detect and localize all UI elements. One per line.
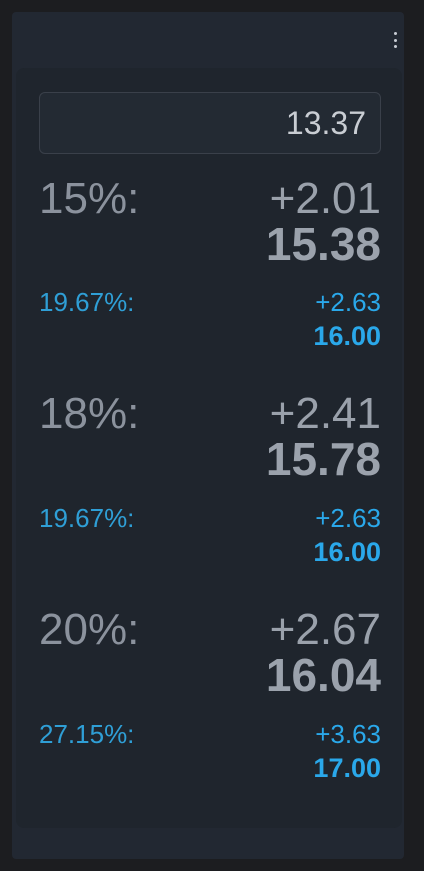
tip-amount: +2.01	[269, 174, 381, 223]
menu-dot	[393, 38, 397, 42]
tip-row-18: 18%: +2.41 15.78	[39, 389, 381, 489]
rounded-total-amount: 16.00	[313, 537, 381, 567]
total-amount: 15.78	[265, 433, 381, 485]
more-vertical-icon[interactable]	[392, 32, 398, 48]
rounded-row-15: 19.67%: +2.63 16.00	[39, 286, 381, 358]
rounded-total-amount: 16.00	[313, 321, 381, 351]
rounded-row-18: 19.67%: +2.63 16.00	[39, 502, 381, 574]
rounded-tip-amount: +2.63	[315, 287, 381, 317]
rounded-percent-label: 27.15%:	[39, 719, 135, 749]
total-amount: 16.04	[265, 649, 381, 701]
menu-dot	[393, 32, 397, 35]
tip-amount: +2.67	[269, 605, 381, 654]
rounded-tip-amount: +2.63	[315, 503, 381, 533]
rounded-percent-label: 19.67%:	[39, 503, 135, 533]
tip-amount: +2.41	[269, 389, 381, 438]
bill-amount-input[interactable]	[39, 92, 381, 154]
rounded-row-20: 27.15%: +3.63 17.00	[39, 718, 381, 790]
tip-percent-label: 18%:	[39, 389, 140, 438]
rounded-tip-amount: +3.63	[315, 719, 381, 749]
rounded-percent-label: 19.67%:	[39, 287, 135, 317]
tip-percent-label: 15%:	[39, 174, 140, 223]
tip-percent-label: 20%:	[39, 605, 140, 654]
tip-row-15: 15%: +2.01 15.38	[39, 174, 381, 274]
tip-row-20: 20%: +2.67 16.04	[39, 605, 381, 705]
rounded-total-amount: 17.00	[313, 753, 381, 783]
menu-dot	[393, 45, 397, 48]
total-amount: 15.38	[265, 218, 381, 270]
